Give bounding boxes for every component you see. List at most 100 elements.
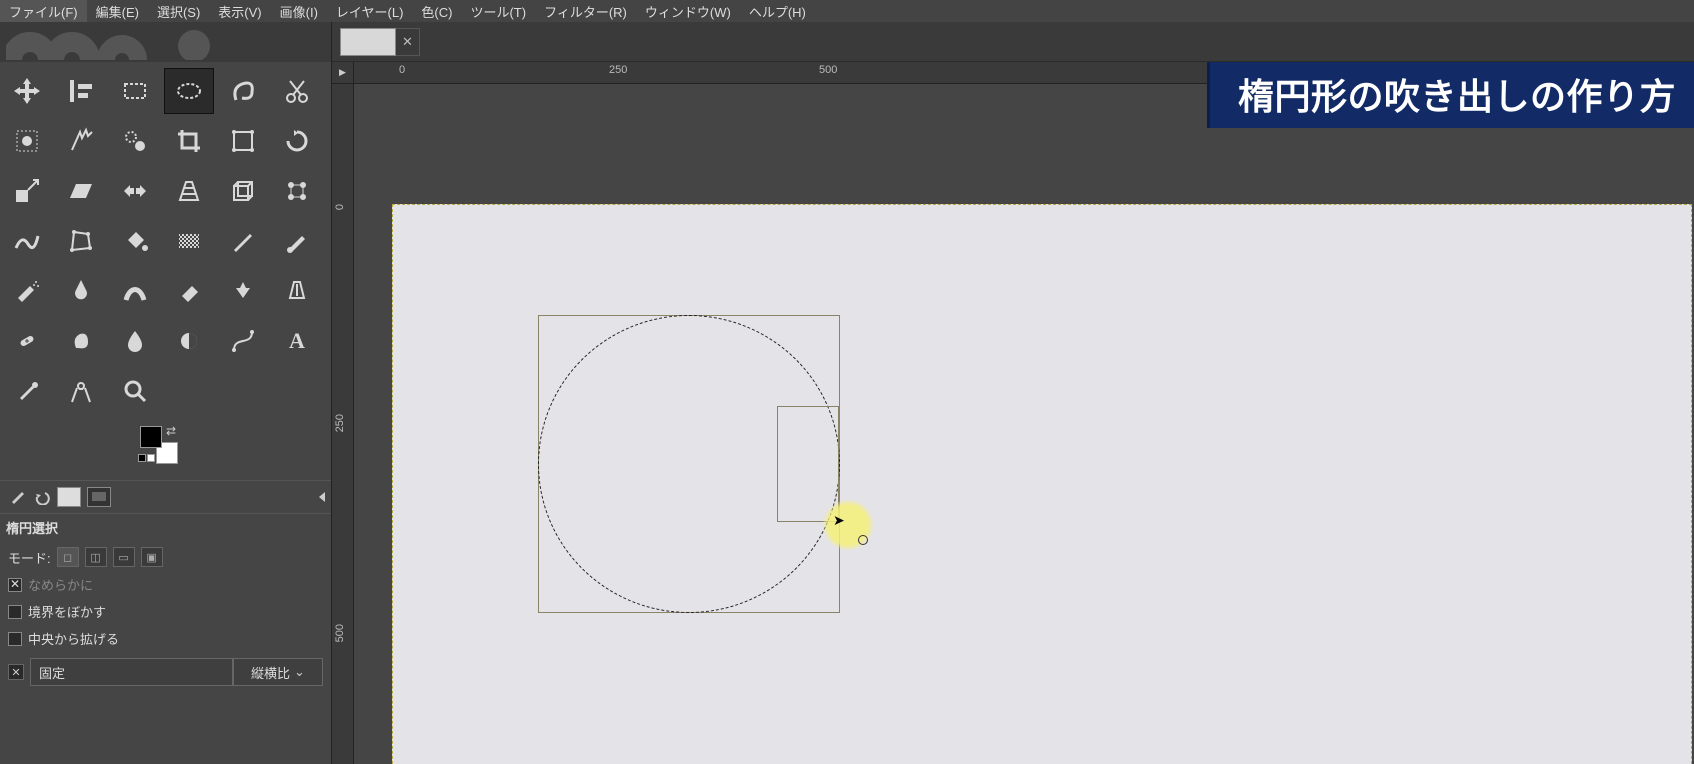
tool-paths[interactable]	[218, 318, 268, 364]
tool-gradient[interactable]	[164, 218, 214, 264]
tool-rotate[interactable]	[272, 118, 322, 164]
ruler-v-tick: 500	[334, 624, 346, 642]
menu-view[interactable]: 表示(V)	[209, 0, 270, 23]
tool-warp[interactable]	[2, 218, 52, 264]
menu-select[interactable]: 選択(S)	[148, 0, 209, 23]
tool-paintbrush[interactable]	[272, 218, 322, 264]
ruler-origin[interactable]: ▶	[332, 62, 354, 84]
antialias-checkbox[interactable]	[8, 578, 22, 592]
tool-scale[interactable]	[2, 168, 52, 214]
tool-rect-select[interactable]	[110, 68, 160, 114]
tool-text[interactable]: A	[272, 318, 322, 364]
ruler-h-tick: 0	[399, 64, 405, 76]
image-tab-bar: ✕	[332, 22, 1694, 62]
tool-measure[interactable]	[56, 368, 106, 414]
tool-free-select[interactable]	[218, 68, 268, 114]
foreground-color[interactable]	[140, 426, 162, 448]
tool-bucket-fill[interactable]	[110, 218, 160, 264]
tool-align[interactable]	[56, 68, 106, 114]
wilber-decoration	[0, 22, 331, 62]
menu-layer[interactable]: レイヤー(L)	[327, 0, 413, 23]
tool-perspective[interactable]	[164, 168, 214, 214]
mode-label: モード:	[8, 548, 51, 567]
ruler-h-tick: 250	[609, 64, 627, 76]
tool-color-picker[interactable]	[2, 368, 52, 414]
fixed-close-icon[interactable]: ✕	[8, 664, 24, 680]
menu-color[interactable]: 色(C)	[412, 0, 461, 23]
tool-move[interactable]	[2, 68, 52, 114]
ruler-vertical[interactable]: 0 250 500	[332, 84, 354, 764]
tool-handle-transform[interactable]	[272, 168, 322, 214]
tab-thumbnail-light[interactable]	[57, 487, 81, 507]
tool-heal[interactable]	[2, 318, 52, 364]
ruler-v-tick: 250	[334, 414, 346, 432]
swap-colors-icon[interactable]: ⇄	[166, 424, 176, 438]
mode-add[interactable]: ◫	[85, 547, 107, 567]
toolbox: A	[0, 62, 331, 420]
menu-bar: ファイル(F) 編集(E) 選択(S) 表示(V) 画像(I) レイヤー(L) …	[0, 0, 1694, 22]
menu-tools[interactable]: ツール(T)	[461, 0, 535, 23]
canvas-viewport[interactable]: ➤	[354, 84, 1694, 764]
image-tab-close[interactable]: ✕	[396, 28, 420, 56]
expand-from-center-label: 中央から拡げる	[28, 629, 119, 648]
tool-zoom[interactable]	[110, 368, 160, 414]
svg-text:A: A	[289, 328, 305, 353]
fixed-ratio-select[interactable]: 縦横比 ⌄	[233, 658, 323, 686]
canvas-area: ✕ 楕円形の吹き出しの作り方 ▶ 0 250 500 0 250 500 ➤	[332, 22, 1694, 764]
tool-mypaint-brush[interactable]	[110, 268, 160, 314]
tool-by-color-select[interactable]	[110, 118, 160, 164]
menu-image[interactable]: 画像(I)	[271, 0, 327, 23]
menu-filters[interactable]: フィルター(R)	[535, 0, 636, 23]
tool-fuzzy-select[interactable]	[56, 118, 106, 164]
mode-intersect[interactable]: ▣	[141, 547, 163, 567]
tool-smudge[interactable]	[56, 318, 106, 364]
tool-options-panel: 楕円選択 モード: ◻ ◫ ▭ ▣ なめらかに 境界をぼかす 中央から拡げる	[0, 514, 331, 764]
drag-rectangle	[777, 406, 839, 522]
antialias-label: なめらかに	[28, 575, 93, 594]
tab-menu-triangle-icon[interactable]	[319, 492, 325, 502]
feather-label: 境界をぼかす	[28, 602, 106, 621]
cursor-tool-indicator-icon	[858, 535, 868, 545]
menu-edit[interactable]: 編集(E)	[87, 0, 148, 23]
tool-pencil[interactable]	[218, 218, 268, 264]
mode-subtract[interactable]: ▭	[113, 547, 135, 567]
ruler-v-tick: 0	[334, 204, 346, 210]
tool-airbrush[interactable]	[2, 268, 52, 314]
color-swatch: ⇄	[0, 420, 331, 480]
tool-crop[interactable]	[164, 118, 214, 164]
chevron-down-icon: ⌄	[294, 664, 305, 680]
tool-options-tab-icon[interactable]	[6, 486, 30, 508]
canvas[interactable]: ➤	[392, 204, 1692, 764]
tool-dodge-burn[interactable]	[164, 318, 214, 364]
tool-eraser[interactable]	[164, 268, 214, 314]
tool-flip[interactable]	[110, 168, 160, 214]
tool-cage[interactable]	[56, 218, 106, 264]
expand-from-center-checkbox[interactable]	[8, 632, 22, 646]
tool-options-tabs	[0, 480, 331, 514]
tool-perspective-clone[interactable]	[272, 268, 322, 314]
tool-ellipse-select[interactable]	[164, 68, 214, 114]
image-tab[interactable]	[340, 28, 396, 56]
tool-scissors[interactable]	[272, 68, 322, 114]
tab-thumbnail-dark[interactable]	[87, 487, 111, 507]
tool-clone[interactable]	[218, 268, 268, 314]
tool-blur[interactable]	[110, 318, 160, 364]
ruler-h-tick: 500	[819, 64, 837, 76]
mode-replace[interactable]: ◻	[57, 547, 79, 567]
left-panel: A ⇄ 楕円選択 モード: ◻ ◫ ▭ ▣	[0, 22, 332, 764]
fixed-select[interactable]: 固定	[30, 658, 233, 686]
tool-unified-transform[interactable]	[218, 118, 268, 164]
menu-help[interactable]: ヘルプ(H)	[740, 0, 815, 23]
cursor-icon: ➤	[833, 512, 845, 529]
menu-file[interactable]: ファイル(F)	[0, 0, 87, 23]
undo-history-tab-icon[interactable]	[30, 486, 54, 508]
default-colors-icon[interactable]	[138, 450, 155, 465]
menu-windows[interactable]: ウィンドウ(W)	[636, 0, 740, 23]
tool-shear[interactable]	[56, 168, 106, 214]
tool-options-title: 楕円選択	[6, 518, 325, 537]
tool-foreground-select[interactable]	[2, 118, 52, 164]
tutorial-banner: 楕円形の吹き出しの作り方	[1207, 62, 1694, 128]
tool-ink[interactable]	[56, 268, 106, 314]
tool-3d-transform[interactable]	[218, 168, 268, 214]
feather-checkbox[interactable]	[8, 605, 22, 619]
